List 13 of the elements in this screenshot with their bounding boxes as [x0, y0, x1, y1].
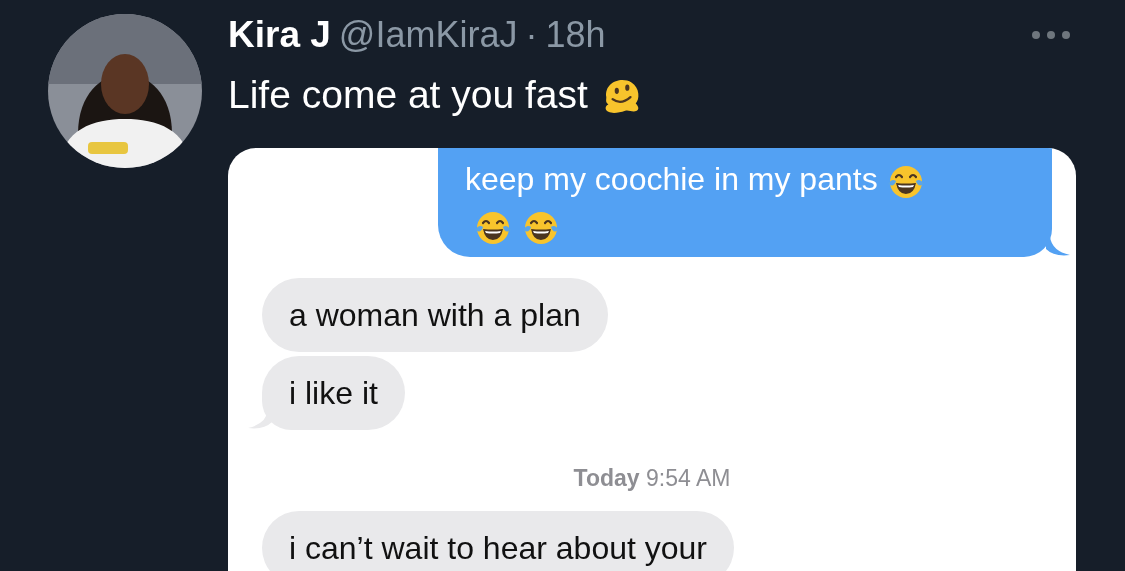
sent-message: keep my coochie in my pants: [438, 148, 1052, 257]
post-text: Life come at you fast: [228, 73, 588, 117]
author-handle[interactable]: @IamKiraJ: [338, 14, 518, 56]
received-message: i can’t wait to hear about your: [262, 511, 734, 571]
message-timestamp: Today 9:54 AM: [572, 464, 732, 493]
post-time[interactable]: 18h: [545, 14, 606, 56]
received-message: a woman with a plan: [262, 278, 608, 352]
author-name[interactable]: Kira J: [228, 14, 331, 56]
received-message: i like it: [262, 356, 405, 430]
attached-screenshot[interactable]: keep my coochie in my pants a woman with a plan i like it Today 9:54 AM i can’t wait to hear about your: [228, 148, 1076, 571]
more-icon[interactable]: [1031, 30, 1071, 40]
bubble-tail: [1046, 237, 1070, 257]
separator-dot: ·: [525, 14, 538, 56]
